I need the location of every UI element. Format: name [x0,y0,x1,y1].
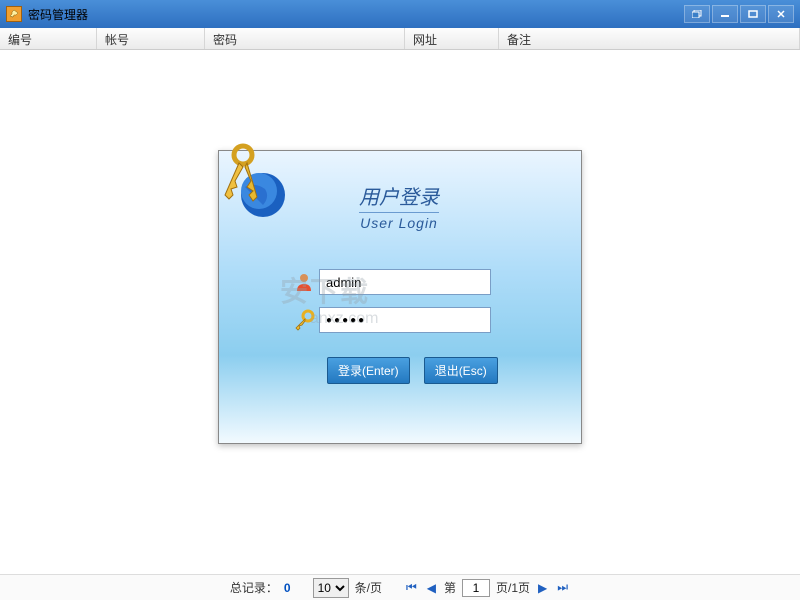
user-icon [289,271,319,293]
col-header-url[interactable]: 网址 [405,28,499,49]
col-header-account[interactable]: 帐号 [97,28,205,49]
table-header: 编号 帐号 密码 网址 备注 [0,28,800,50]
login-dialog: 用户登录 User Login 登录(Enter) 退出(Esc) [218,150,582,444]
total-count: 0 [284,581,291,595]
total-label: 总记录： [230,579,278,596]
content-area: 安下载 anxz.com 用户登录 User Login [0,50,800,574]
login-title-en: User Login [359,212,439,231]
first-page-button[interactable]: ⏮ [404,580,419,595]
login-title-cn: 用户登录 [359,181,439,210]
col-header-id[interactable]: 编号 [0,28,97,49]
login-form [289,269,491,345]
page-suffix: 页/1页 [496,579,530,596]
prev-page-button[interactable]: ◀ [425,581,438,595]
maximize-button[interactable] [740,5,766,23]
page-number-input[interactable] [462,579,490,597]
per-page-suffix: 条/页 [355,579,382,596]
per-page-select[interactable]: 10 [313,578,349,598]
page-prefix: 第 [444,579,456,596]
username-input[interactable] [319,269,491,295]
restore-button[interactable] [684,5,710,23]
pagination-bar: 总记录： 0 10 条/页 ⏮ ◀ 第 页/1页 ▶ ⏭ [0,574,800,600]
window-controls [684,5,794,23]
last-page-button[interactable]: ⏭ [555,580,570,595]
minimize-button[interactable] [712,5,738,23]
password-input[interactable] [319,307,491,333]
window-title: 密码管理器 [28,6,684,23]
next-page-button[interactable]: ▶ [536,581,549,595]
col-header-password[interactable]: 密码 [205,28,405,49]
exit-button[interactable]: 退出(Esc) [424,357,498,384]
key-icon [289,309,319,331]
login-heading: 用户登录 User Login [359,181,439,231]
app-icon [6,6,22,22]
login-button[interactable]: 登录(Enter) [327,357,410,384]
titlebar: 密码管理器 [0,0,800,28]
close-button[interactable] [768,5,794,23]
username-row [289,269,491,295]
password-row [289,307,491,333]
col-header-remark[interactable]: 备注 [499,28,800,49]
keys-globe-icon [215,137,299,227]
login-buttons: 登录(Enter) 退出(Esc) [327,357,498,384]
